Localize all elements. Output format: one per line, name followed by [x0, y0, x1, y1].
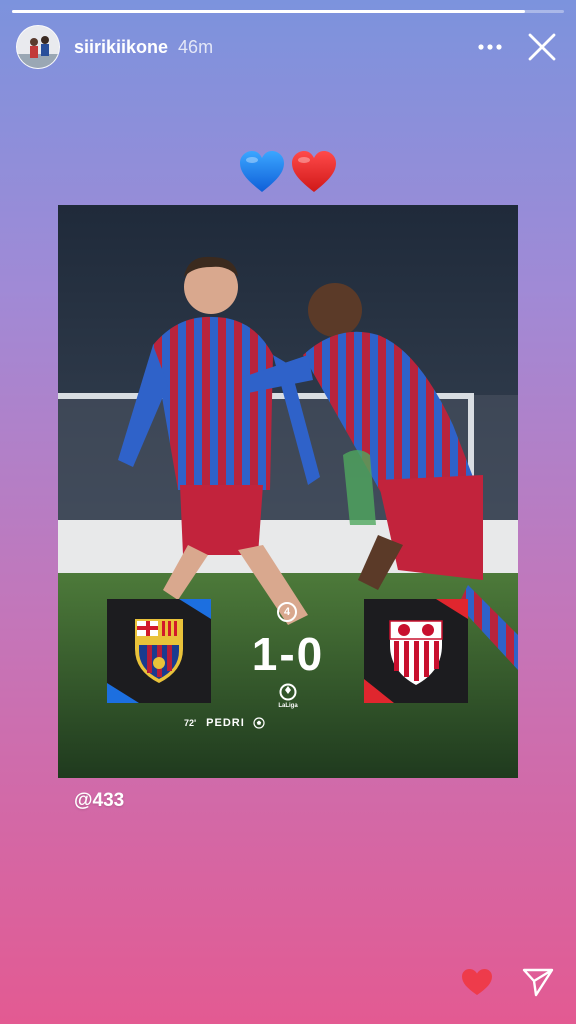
red-heart-icon	[292, 151, 336, 192]
matchday-badge: 4	[277, 602, 297, 622]
away-team-crest	[364, 599, 468, 703]
laliga-logo: LaLiga	[276, 683, 300, 709]
more-horizontal-icon[interactable]	[470, 27, 510, 67]
mention-sticker[interactable]: @433	[74, 790, 124, 812]
post-image[interactable]: 4 1-0 LaLiga 72' PEDRI	[58, 205, 518, 778]
fc-barcelona-crest-icon	[107, 599, 211, 703]
goal-scorer-row: 72' PEDRI	[184, 717, 394, 729]
scorer-name: PEDRI	[206, 717, 245, 729]
blue-heart-icon	[240, 151, 284, 192]
story-progress-bar	[12, 10, 564, 13]
avatar[interactable]	[16, 25, 60, 69]
score: 1-0	[251, 628, 325, 680]
home-team-crest	[107, 599, 211, 703]
timestamp: 46m	[178, 36, 214, 57]
laliga-text: LaLiga	[278, 703, 298, 709]
story-footer	[460, 967, 554, 1002]
username[interactable]: siirikiikone	[74, 37, 168, 58]
story-progress-fill	[12, 10, 526, 13]
story-header: siirikiikone 46m	[16, 24, 562, 70]
close-icon[interactable]	[522, 27, 562, 67]
send-icon[interactable]	[522, 967, 554, 1002]
heart-icon[interactable]	[460, 967, 494, 1002]
football-icon	[253, 717, 265, 729]
sevilla-fc-crest-icon	[364, 599, 468, 703]
heart-sticker	[0, 150, 576, 194]
goal-minute: 72'	[184, 718, 197, 728]
